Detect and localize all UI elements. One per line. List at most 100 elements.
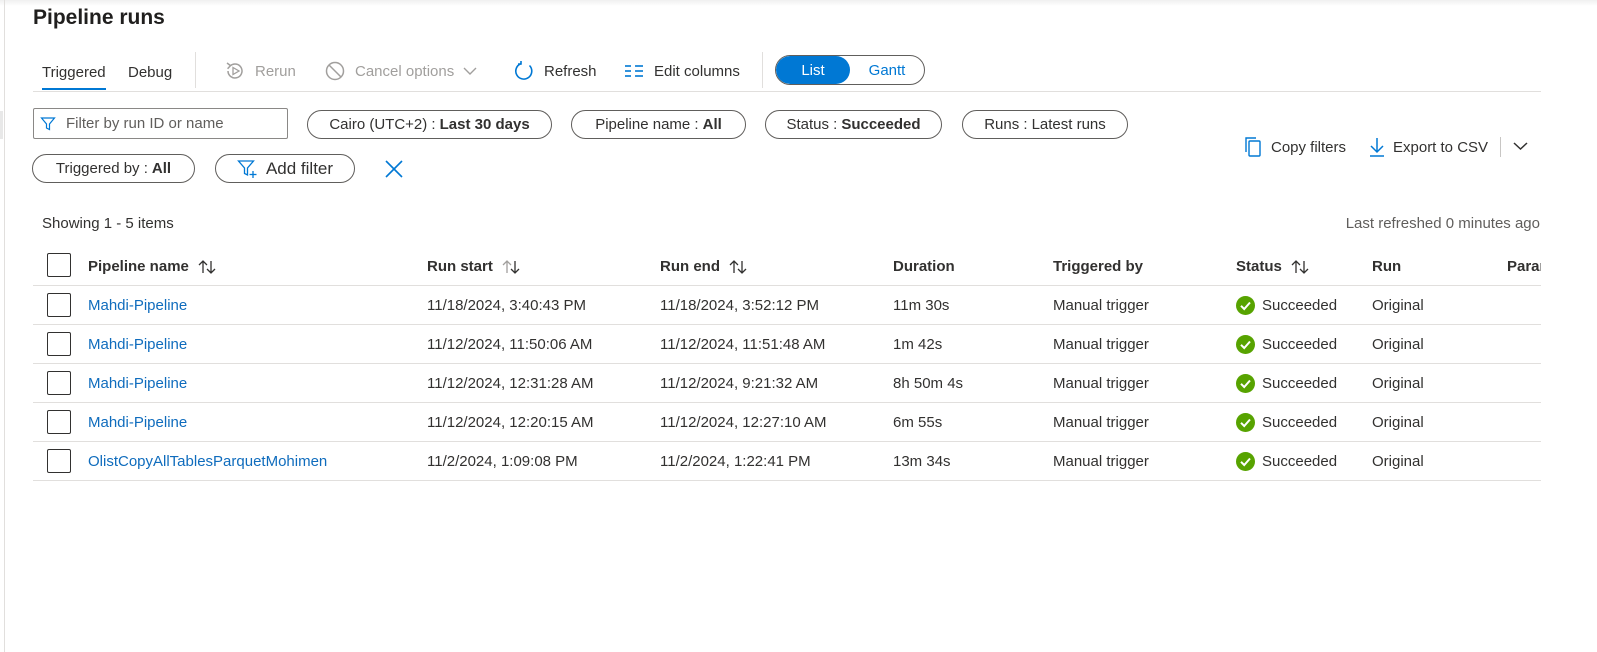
duration-cell: 8h 50m 4s	[893, 374, 964, 392]
cancel-options-button[interactable]: Cancel options	[324, 60, 478, 82]
column-header-label: Pipeline name	[88, 258, 189, 275]
timezone-filter-pill[interactable]: Cairo (UTC+2) : Last 30 days	[307, 110, 552, 139]
column-header-triggered-by[interactable]: Triggered by	[1053, 248, 1143, 285]
rerun-button[interactable]: Rerun	[224, 60, 296, 82]
edit-columns-button[interactable]: Edit columns	[623, 60, 740, 82]
run-start-cell: 11/2/2024, 1:09:08 PM	[427, 452, 578, 470]
status-cell: Succeeded	[1236, 325, 1337, 363]
status-cell: Succeeded	[1236, 403, 1337, 441]
status-cell: Succeeded	[1236, 442, 1337, 480]
status-filter-pill[interactable]: Status : Succeeded	[765, 110, 942, 139]
table-row: Mahdi-Pipeline 11/12/2024, 12:20:15 AM 1…	[33, 403, 1541, 442]
timezone-filter-label: Cairo (UTC+2) :	[329, 116, 436, 133]
runs-filter-pill[interactable]: Runs : Latest runs	[962, 110, 1128, 139]
timezone-filter-value: Last 30 days	[439, 116, 530, 133]
row-checkbox[interactable]	[47, 371, 71, 395]
runs-table: Pipeline name Run start Run end Duration…	[33, 248, 1541, 481]
table-row: Mahdi-Pipeline 11/12/2024, 12:31:28 AM 1…	[33, 364, 1541, 403]
status-value: Succeeded	[1236, 451, 1338, 471]
duration-cell: 11m 30s	[893, 296, 950, 314]
run-cell: Original	[1372, 452, 1424, 470]
rerun-icon	[226, 62, 243, 79]
status-value: Succeeded	[1236, 412, 1337, 432]
triggered-by-cell: Manual trigger	[1053, 296, 1149, 314]
cancel-icon	[325, 61, 345, 81]
export-csv-label: Export to CSV	[1393, 138, 1489, 156]
run-end-cell: 11/18/2024, 3:52:12 PM	[660, 296, 820, 314]
toolbar: Triggered Debug Rerun Cancel options Ref…	[33, 52, 1540, 90]
table-row: Mahdi-Pipeline 11/12/2024, 11:50:06 AM 1…	[33, 325, 1541, 364]
search-input[interactable]	[64, 114, 274, 133]
duration-cell: 13m 34s	[893, 452, 951, 470]
sort-icon	[729, 259, 747, 274]
status-filter-value: Succeeded	[841, 116, 921, 133]
add-filter-button[interactable]: Add filter	[215, 154, 355, 183]
row-checkbox[interactable]	[47, 332, 71, 356]
gantt-view-option[interactable]: Gantt	[850, 56, 924, 84]
run-start-cell: 11/12/2024, 11:50:06 AM	[427, 335, 593, 353]
left-edge-marker	[0, 111, 3, 139]
refresh-icon	[515, 61, 533, 80]
run-end-cell: 11/12/2024, 11:51:48 AM	[660, 335, 826, 353]
status-text: Succeeded	[1262, 452, 1338, 470]
triggered-by-filter-label: Triggered by :	[55, 160, 148, 177]
status-cell: Succeeded	[1236, 364, 1337, 402]
status-value: Succeeded	[1236, 373, 1338, 393]
triggered-by-filter-value: All	[151, 160, 172, 177]
select-all-checkbox[interactable]	[47, 253, 71, 277]
chevron-down-icon[interactable]	[1512, 139, 1529, 153]
pipeline-name-link[interactable]: OlistCopyAllTablesParquetMohimen	[88, 453, 327, 470]
row-checkbox[interactable]	[47, 410, 71, 434]
table-row: OlistCopyAllTablesParquetMohimen 11/2/20…	[33, 442, 1541, 481]
refresh-label: Refresh	[544, 62, 597, 80]
close-icon[interactable]	[383, 158, 405, 180]
list-view-option[interactable]: List	[776, 56, 850, 84]
pipeline-name-link[interactable]: Mahdi-Pipeline	[88, 297, 187, 314]
export-csv-button[interactable]: Export to CSV	[1369, 136, 1488, 158]
add-filter-icon	[237, 159, 257, 178]
run-cell: Original	[1372, 335, 1424, 353]
column-header-run-end[interactable]: Run end	[660, 248, 748, 285]
last-refreshed: Last refreshed 0 minutes ago	[1345, 215, 1540, 232]
success-check-icon	[1236, 373, 1255, 393]
run-start-cell: 11/12/2024, 12:20:15 AM	[427, 413, 594, 431]
success-check-icon	[1236, 451, 1255, 471]
status-text: Succeeded	[1262, 374, 1338, 392]
run-start-cell: 11/12/2024, 12:31:28 AM	[427, 374, 594, 392]
column-header-status[interactable]: Status	[1236, 248, 1310, 285]
pipeline-name-filter-pill[interactable]: Pipeline name : All	[571, 110, 746, 139]
add-filter-label: Add filter	[265, 158, 334, 178]
column-header-run[interactable]: Run	[1372, 248, 1401, 285]
column-header-pipeline-name[interactable]: Pipeline name	[88, 248, 217, 285]
tab-triggered[interactable]: Triggered	[42, 64, 106, 90]
pipeline-name-link[interactable]: Mahdi-Pipeline	[88, 336, 187, 353]
row-checkbox[interactable]	[47, 293, 71, 317]
actions-divider	[1500, 137, 1501, 157]
toolbar-divider	[195, 52, 196, 88]
duration-cell: 6m 55s	[893, 413, 943, 431]
toolbar-divider	[762, 52, 763, 88]
download-icon	[1370, 138, 1384, 157]
runs-filter-value: Latest runs	[1031, 116, 1106, 133]
column-header-parameters[interactable]: Parar	[1507, 248, 1541, 285]
copy-filters-button[interactable]: Copy filters	[1243, 136, 1346, 158]
status-text: Succeeded	[1262, 296, 1338, 314]
run-cell: Original	[1372, 413, 1424, 431]
status-filter-label: Status :	[786, 116, 838, 133]
triggered-by-filter-pill[interactable]: Triggered by : All	[32, 154, 195, 183]
tab-debug[interactable]: Debug	[128, 64, 172, 81]
column-header-duration[interactable]: Duration	[893, 248, 955, 285]
duration-cell: 1m 42s	[893, 335, 943, 353]
success-check-icon	[1236, 412, 1255, 432]
run-cell: Original	[1372, 374, 1424, 392]
row-checkbox[interactable]	[47, 449, 71, 473]
pipeline-name-link[interactable]: Mahdi-Pipeline	[88, 414, 187, 431]
sort-icon	[198, 259, 216, 274]
sort-icon	[502, 259, 520, 274]
pipeline-name-link[interactable]: Mahdi-Pipeline	[88, 375, 187, 392]
rerun-label: Rerun	[255, 62, 296, 80]
column-header-label: Run end	[660, 258, 720, 275]
column-header-run-start[interactable]: Run start	[427, 248, 521, 285]
refresh-button[interactable]: Refresh	[513, 60, 597, 82]
table-header: Pipeline name Run start Run end Duration…	[33, 248, 1541, 286]
